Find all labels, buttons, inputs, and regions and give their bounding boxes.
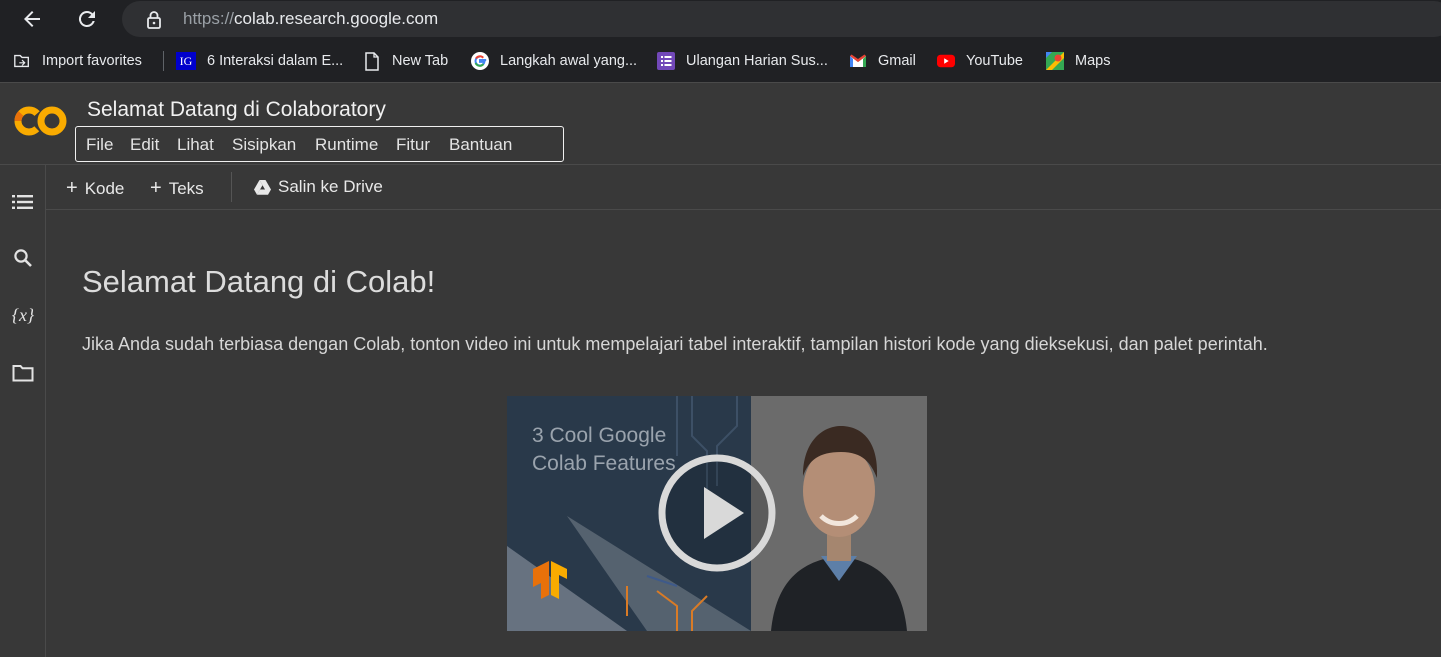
video-presenter-panel xyxy=(751,396,927,631)
video-thumbnail[interactable]: 3 Cool Google Colab Features xyxy=(507,396,927,631)
variables-icon: {x} xyxy=(11,304,35,325)
toc-button[interactable] xyxy=(10,189,36,215)
bookmark-maps[interactable]: Maps xyxy=(1046,50,1110,72)
bookmark-label: New Tab xyxy=(392,53,449,69)
url-text[interactable]: https://colab.research.google.com xyxy=(183,9,438,29)
colab-logo[interactable] xyxy=(14,104,68,143)
toolbar-separator xyxy=(231,172,232,202)
bookmark-label: YouTube xyxy=(966,53,1023,69)
omnibox[interactable]: https://colab.research.google.com xyxy=(122,1,1441,37)
gmail-icon xyxy=(849,52,867,70)
bookmark-langkah-awal[interactable]: Langkah awal yang... xyxy=(471,50,637,72)
maps-icon xyxy=(1046,52,1064,70)
lock-icon xyxy=(147,11,161,29)
ig-icon: IG xyxy=(176,52,196,70)
bookmark-separator xyxy=(163,51,164,71)
intro-paragraph: Jika Anda sudah terbiasa dengan Colab, t… xyxy=(82,334,1268,354)
video-title-line2: Colab Features xyxy=(532,452,676,475)
bookmark-interaksi[interactable]: IG 6 Interaksi dalam E... xyxy=(176,50,343,72)
folder-icon xyxy=(12,365,34,382)
plus-icon: + xyxy=(66,177,78,199)
bookmarks-bar: Import favorites IG 6 Interaksi dalam E.… xyxy=(0,38,1441,83)
bookmark-label: Ulangan Harian Sus... xyxy=(686,53,828,69)
plus-icon: + xyxy=(150,177,162,199)
reload-button[interactable] xyxy=(72,4,102,34)
add-code-label: Kode xyxy=(84,178,125,198)
section-heading: Selamat Datang di Colab! xyxy=(82,264,436,299)
files-button[interactable] xyxy=(10,360,36,386)
play-button-icon[interactable] xyxy=(658,454,776,572)
forms-icon xyxy=(657,52,675,70)
list-icon xyxy=(12,195,33,209)
add-text-button[interactable]: + Teks xyxy=(150,177,204,200)
bookmark-import-favorites[interactable]: Import favorites xyxy=(13,50,142,72)
search-icon xyxy=(14,249,32,267)
notebook-toolbar: + Kode + Teks Salin ke Drive xyxy=(46,165,1441,210)
google-icon xyxy=(471,52,489,70)
bookmark-youtube[interactable]: YouTube xyxy=(937,50,1023,72)
import-icon xyxy=(13,52,31,70)
menu-file[interactable]: File xyxy=(86,135,113,155)
bookmark-gmail[interactable]: Gmail xyxy=(849,50,916,72)
reload-icon xyxy=(78,10,95,27)
menu-insert[interactable]: Sisipkan xyxy=(232,135,296,155)
video-title-line1: 3 Cool Google xyxy=(532,424,667,447)
drive-icon xyxy=(254,179,271,195)
add-code-button[interactable]: + Kode xyxy=(66,177,124,200)
back-button[interactable] xyxy=(17,4,47,34)
browser-address-bar-row: https://colab.research.google.com xyxy=(0,0,1441,38)
menu-help[interactable]: Bantuan xyxy=(449,135,512,155)
copy-to-drive-button[interactable]: Salin ke Drive xyxy=(254,177,383,197)
bookmark-label: Maps xyxy=(1075,53,1111,69)
copy-to-drive-label: Salin ke Drive xyxy=(278,177,383,196)
youtube-icon xyxy=(937,52,955,70)
variables-button[interactable]: {x} xyxy=(10,302,36,328)
bookmark-label: Langkah awal yang... xyxy=(500,53,638,69)
bookmark-new-tab[interactable]: New Tab xyxy=(363,50,448,72)
page-icon xyxy=(363,51,381,71)
colab-header: Selamat Datang di Colaboratory File Edit… xyxy=(0,84,1441,165)
bookmark-ulangan-harian[interactable]: Ulangan Harian Sus... xyxy=(657,50,828,72)
menu-edit[interactable]: Edit xyxy=(130,135,159,155)
url-scheme: https:// xyxy=(183,9,235,28)
bookmark-label: Gmail xyxy=(878,53,916,69)
menu-runtime[interactable]: Runtime xyxy=(315,135,378,155)
colab-logo-icon xyxy=(14,106,67,136)
bookmark-label: 6 Interaksi dalam E... xyxy=(207,53,344,69)
back-arrow-icon xyxy=(24,11,40,27)
bookmark-label: Import favorites xyxy=(42,53,142,69)
notebook-title[interactable]: Selamat Datang di Colaboratory xyxy=(87,98,386,122)
presenter-illustration xyxy=(751,396,927,631)
menu-tools[interactable]: Fitur xyxy=(396,135,430,155)
url-host: colab.research.google.com xyxy=(234,9,439,28)
menubar: File Edit Lihat Sisipkan Runtime Fitur B… xyxy=(75,126,564,162)
left-rail: {x} xyxy=(0,165,46,657)
add-text-label: Teks xyxy=(168,178,204,198)
search-button[interactable] xyxy=(10,245,36,271)
menu-view[interactable]: Lihat xyxy=(177,135,214,155)
